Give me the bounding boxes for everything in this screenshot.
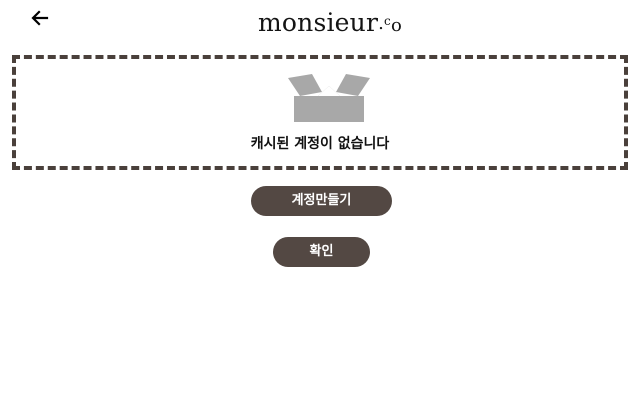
brand-logo: monsieur.co xyxy=(0,4,640,43)
header: monsieur.co xyxy=(0,0,640,44)
create-account-button[interactable]: 계정만들기 xyxy=(251,186,392,216)
logo-o: o xyxy=(390,15,403,36)
logo-c: c xyxy=(384,14,391,28)
empty-message: 캐시된 계정이 없습니다 xyxy=(250,136,390,152)
empty-accounts-panel: 캐시된 계정이 없습니다 xyxy=(12,55,628,170)
confirm-button[interactable]: 확인 xyxy=(273,237,370,267)
open-box-icon xyxy=(282,72,376,124)
logo-wordmark: monsieur xyxy=(257,8,379,37)
